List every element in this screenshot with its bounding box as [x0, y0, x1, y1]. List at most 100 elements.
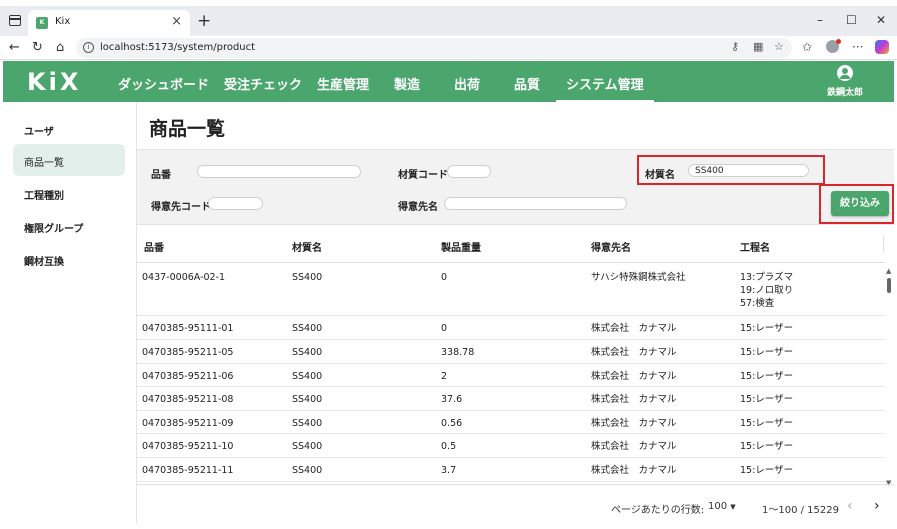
sidebar-item-products[interactable]: 商品一覧 — [13, 144, 125, 176]
cell-product-code: 0437-0006A-02-1 — [142, 272, 226, 283]
url-field[interactable]: i localhost:5173/system/product ⚷ ▦ ☆ — [76, 38, 792, 58]
cell-material-name: SS400 — [292, 418, 323, 429]
cell-product-code: 0470385-95211-05 — [142, 347, 234, 358]
reader-icon[interactable]: ▦ — [753, 40, 763, 53]
user-avatar-icon[interactable] — [837, 65, 853, 81]
material-code-input[interactable] — [447, 165, 491, 178]
cell-weight: 0.5 — [441, 441, 457, 452]
cell-weight: 338.78 — [441, 347, 475, 358]
cell-process-name: 15:レーザー — [740, 441, 794, 452]
chevron-down-icon: ▼ — [730, 503, 736, 511]
user-name[interactable]: 鉄鋼太郎 — [827, 85, 863, 98]
cell-process-name: 13:プラズマ 19:ノロ取り 57:検査 — [740, 272, 794, 309]
header-divider — [883, 235, 884, 253]
sidebar-item-users[interactable]: ユーザ — [13, 113, 125, 145]
nav-quality[interactable]: 品質 — [514, 74, 540, 93]
cell-process-name: 15:レーザー — [740, 323, 794, 334]
copilot-icon[interactable] — [875, 40, 889, 54]
table-row[interactable]: 0437-0006A-02-1 SS400 0 サハシ特殊鋼株式会社 13:プラ… — [137, 263, 885, 316]
nav-production[interactable]: 生産管理 — [317, 74, 369, 93]
nav-shipping[interactable]: 出荷 — [454, 74, 480, 93]
table-scrollbar[interactable]: ▲ ▼ — [885, 267, 894, 487]
favorite-star-icon[interactable]: ☆ — [774, 40, 784, 53]
cell-material-name: SS400 — [292, 465, 323, 476]
table-row[interactable]: 0470385-95111-01 SS400 0 株式会社 カナマル 15:レー… — [137, 316, 885, 340]
window-menu-icon[interactable] — [9, 15, 21, 26]
scroll-up-icon[interactable]: ▲ — [886, 267, 891, 275]
cell-weight: 3.7 — [441, 465, 457, 476]
new-tab-icon[interactable]: + — [197, 11, 211, 31]
cell-product-code: 0470385-95111-01 — [142, 323, 234, 334]
cell-process-name: 15:レーザー — [740, 418, 794, 429]
table-row[interactable]: 0470385-95211-11 SS400 3.7 株式会社 カナマル 15:… — [137, 458, 885, 482]
table-row[interactable]: 0470385-95211-08 SS400 37.6 株式会社 カナマル 15… — [137, 387, 885, 411]
customer-name-label: 得意先名 — [398, 202, 438, 213]
cell-customer-name: 株式会社 カナマル — [591, 323, 677, 334]
key-icon[interactable]: ⚷ — [731, 40, 739, 53]
customer-code-input[interactable] — [208, 197, 263, 210]
customer-code-label: 得意先コード — [151, 202, 211, 213]
next-page-icon[interactable]: › — [874, 498, 880, 514]
table-row[interactable]: 0470385-95211-05 SS400 338.78 株式会社 カナマル … — [137, 340, 885, 364]
cell-customer-name: サハシ特殊鋼株式会社 — [591, 272, 686, 283]
table-row[interactable]: 0470385-95211-10 SS400 0.5 株式会社 カナマル 15:… — [137, 434, 885, 458]
cell-process-name: 15:レーザー — [740, 347, 794, 358]
cell-product-code: 0470385-95211-06 — [142, 371, 234, 382]
cell-customer-name: 株式会社 カナマル — [591, 441, 677, 452]
product-code-input[interactable] — [197, 165, 361, 178]
cell-customer-name: 株式会社 カナマル — [591, 371, 677, 382]
nav-system-admin[interactable]: システム管理 — [556, 74, 654, 102]
browser-tab[interactable]: K Kix × — [28, 10, 190, 36]
maximize-icon[interactable]: ☐ — [846, 13, 857, 27]
close-window-icon[interactable]: ✕ — [876, 13, 886, 27]
app-header: KiX ダッシュボード 受注チェック 生産管理 製造 出荷 品質 システム管理 … — [3, 61, 894, 102]
cell-weight: 37.6 — [441, 394, 463, 405]
previous-page-icon[interactable]: ‹ — [847, 498, 853, 514]
scroll-thumb[interactable] — [887, 278, 891, 293]
favicon-icon: K — [36, 17, 48, 29]
table-row[interactable]: 0470385-95211-09 SS400 0.56 株式会社 カナマル 15… — [137, 411, 885, 434]
tab-title: Kix — [55, 16, 71, 27]
material-name-input[interactable] — [688, 164, 809, 177]
header-customer-name[interactable]: 得意先名 — [591, 239, 631, 254]
nav-manufacturing[interactable]: 製造 — [394, 74, 420, 93]
header-material-name[interactable]: 材質名 — [292, 239, 322, 254]
customer-name-input[interactable] — [444, 197, 627, 210]
nav-dashboard[interactable]: ダッシュボード — [118, 74, 209, 93]
cell-customer-name: 株式会社 カナマル — [591, 394, 677, 405]
cell-product-code: 0470385-95211-11 — [142, 465, 234, 476]
cell-weight: 2 — [441, 371, 448, 382]
site-info-icon[interactable]: i — [83, 42, 94, 53]
filter-button[interactable]: 絞り込み — [831, 191, 889, 216]
material-name-label: 材質名 — [645, 170, 675, 181]
cell-material-name: SS400 — [292, 272, 323, 283]
cell-material-name: SS400 — [292, 441, 323, 452]
sidebar-item-permission-groups[interactable]: 権限グループ — [13, 210, 125, 242]
cell-process-name: 15:レーザー — [740, 394, 794, 405]
browser-address-bar: ← ↻ ⌂ i localhost:5173/system/product ⚷ … — [0, 36, 897, 60]
nav-order-check[interactable]: 受注チェック — [224, 74, 302, 93]
table-pagination: ページあたりの行数: 100 ▼ 1〜100 / 15229 ‹ › — [137, 484, 894, 524]
more-menu-icon[interactable]: ··· — [852, 40, 863, 54]
browser-profile-icon[interactable] — [826, 39, 841, 53]
cell-weight: 0.56 — [441, 418, 463, 429]
reload-icon[interactable]: ↻ — [32, 40, 43, 55]
tab-close-icon[interactable]: × — [171, 14, 182, 29]
favorites-icon[interactable]: ✩ — [802, 40, 812, 54]
sidebar-item-steel-compat[interactable]: 鋼材互換 — [13, 243, 125, 275]
cell-weight: 0 — [441, 323, 448, 334]
table-row[interactable]: 0470385-95211-06 SS400 2 株式会社 カナマル 15:レー… — [137, 364, 885, 387]
sidebar-item-process-types[interactable]: 工程種別 — [13, 177, 125, 209]
cell-customer-name: 株式会社 カナマル — [591, 347, 677, 358]
app-logo[interactable]: KiX — [27, 68, 81, 96]
rows-per-page-select[interactable]: 100 ▼ — [708, 501, 736, 512]
cell-product-code: 0470385-95211-09 — [142, 418, 234, 429]
home-icon[interactable]: ⌂ — [56, 40, 64, 55]
sidebar: ユーザ 商品一覧 工程種別 権限グループ 鋼材互換 — [3, 102, 137, 524]
header-product-code[interactable]: 品番 — [144, 239, 164, 254]
header-process-name[interactable]: 工程名 — [740, 239, 770, 254]
header-weight[interactable]: 製品重量 — [441, 239, 481, 254]
cell-weight: 0 — [441, 272, 448, 283]
back-icon[interactable]: ← — [9, 40, 20, 55]
minimize-icon[interactable]: – — [817, 13, 823, 27]
